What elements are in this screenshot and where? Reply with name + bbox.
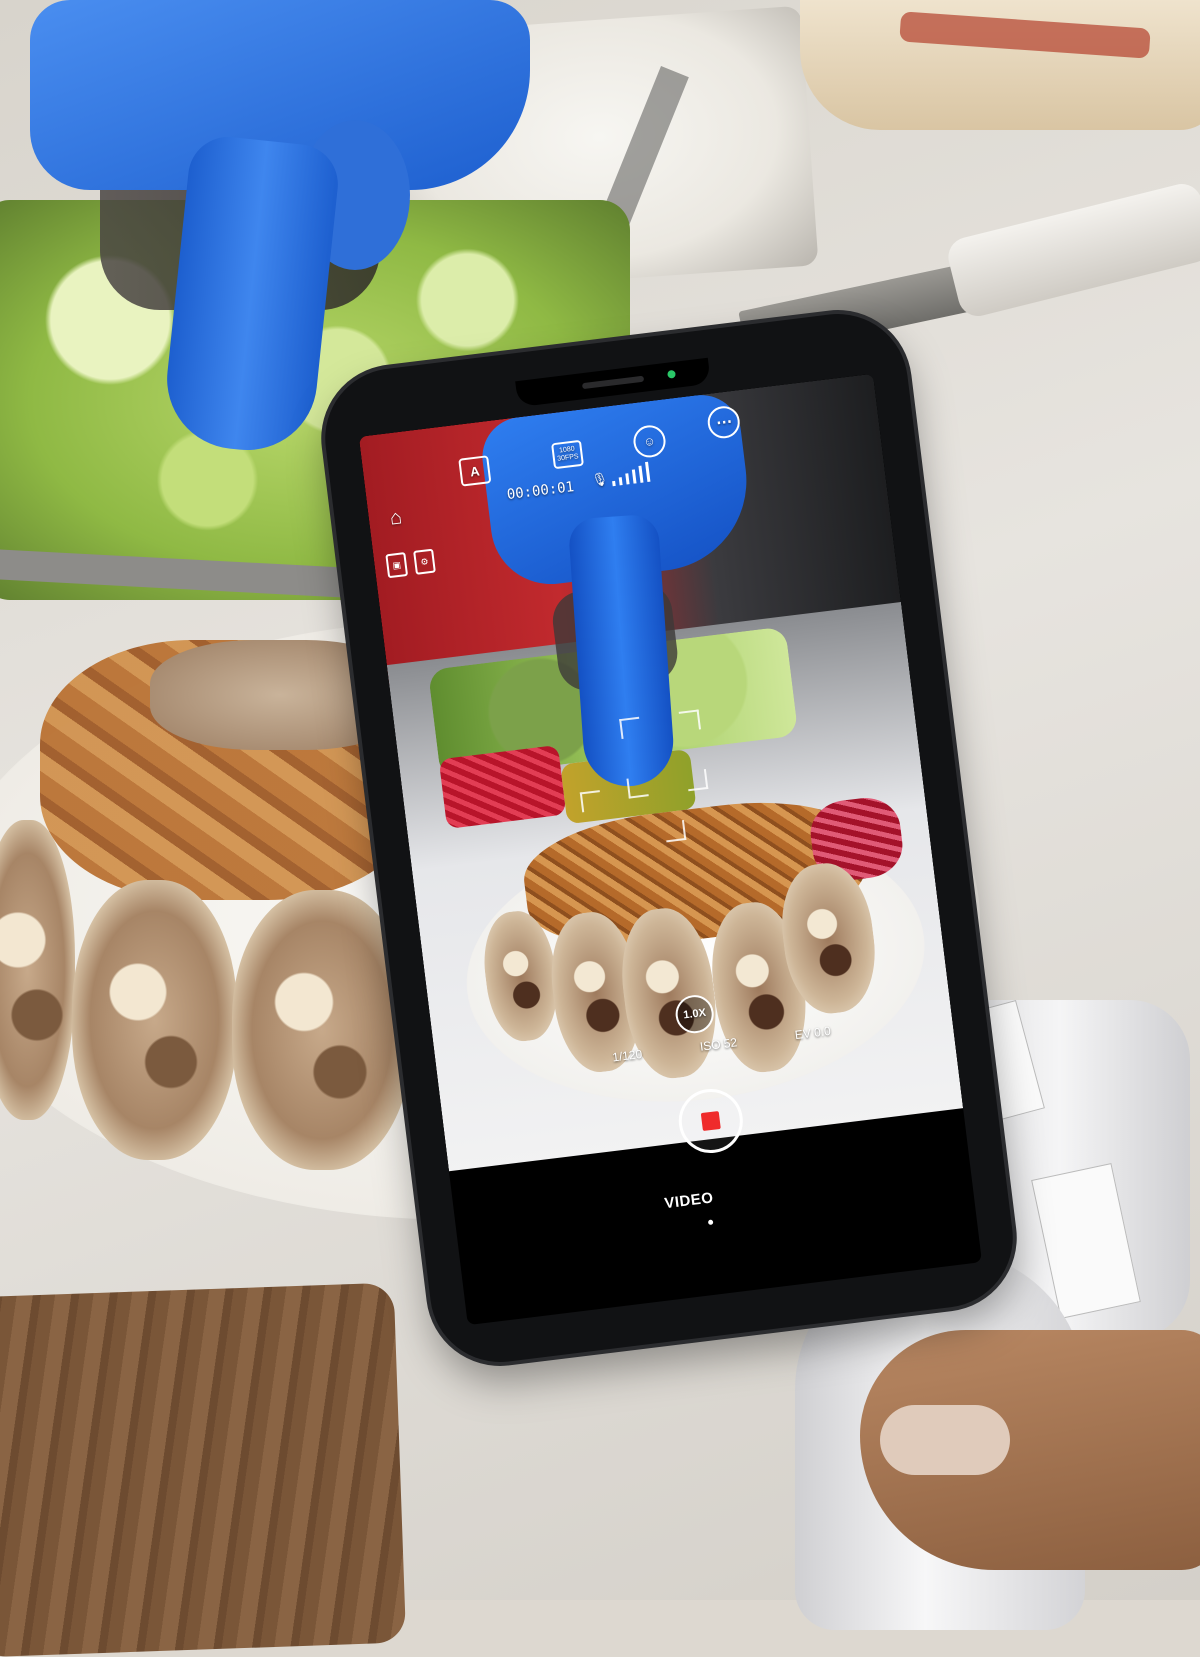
tracking-bracket (579, 790, 603, 813)
settings-icon[interactable]: ⚙ (413, 548, 436, 575)
gallery-icon[interactable]: ▣ (385, 552, 409, 579)
audio-level-bar (625, 473, 630, 485)
audio-level-bar (638, 465, 644, 483)
thumbnail-nail (880, 1405, 1010, 1475)
camera-screen: ⌂ A 1080 30FPS ☺ ⋯ 00:00:01 🎙 ▣ ⚙ 1.0X 1… (358, 373, 983, 1326)
focus-bracket (678, 709, 701, 732)
cutting-board (0, 1282, 407, 1657)
shawarma-wrap (72, 880, 237, 1160)
record-icon (700, 1110, 721, 1132)
shutter-speed: 1/120 (611, 1046, 643, 1065)
microphone-icon: 🎙 (590, 470, 609, 488)
resolution-icon[interactable]: 1080 30FPS (551, 439, 584, 470)
home-icon[interactable]: ⌂ (379, 501, 412, 534)
vf-pickled-beet (438, 744, 567, 829)
audio-level-bar (631, 469, 637, 484)
mode-indicator-dot (707, 1219, 714, 1226)
tracking-bracket (664, 820, 687, 843)
focus-bracket (686, 768, 709, 792)
vf-finger (567, 513, 677, 790)
audio-level-bar (645, 461, 651, 482)
audio-level-bar (612, 480, 616, 487)
smartphone: ⌂ A 1080 30FPS ☺ ⋯ 00:00:01 🎙 ▣ ⚙ 1.0X 1… (317, 306, 1021, 1370)
auto-mode-icon[interactable]: A (458, 455, 492, 487)
focus-bracket (619, 716, 642, 740)
mode-video-label[interactable]: VIDEO (664, 1189, 715, 1212)
audio-level-bar (618, 477, 623, 486)
focus-bracket (626, 776, 649, 799)
